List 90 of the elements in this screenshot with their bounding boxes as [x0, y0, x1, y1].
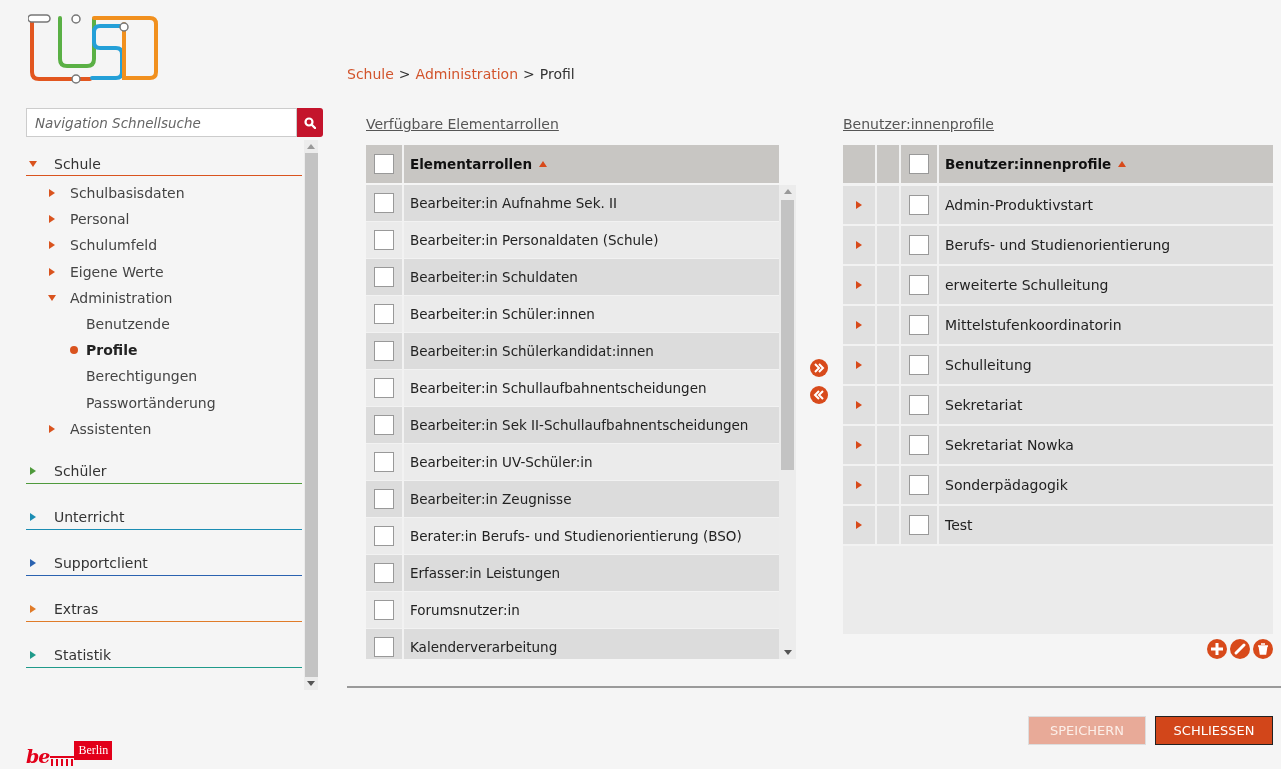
nav-item[interactable]: Eigene Werte [70, 263, 164, 280]
table-cell-text: Kalenderverarbeitung [409, 638, 559, 657]
checkbox[interactable] [909, 435, 929, 455]
checkbox[interactable] [374, 304, 394, 324]
scrollbar-thumb[interactable] [781, 200, 794, 470]
close-button[interactable]: SCHLIESSEN [1155, 716, 1273, 745]
checkbox[interactable] [374, 154, 394, 174]
table-cell-text: erweiterte Schulleitung [944, 276, 1110, 295]
table-cell-text: Sonderpädagogik [944, 476, 1069, 495]
checkbox[interactable] [909, 235, 929, 255]
panel-title[interactable]: Benutzer:innenprofile [843, 116, 994, 136]
nav-section[interactable]: Statistik [26, 643, 302, 668]
checkbox[interactable] [909, 395, 929, 415]
nav-item[interactable]: Personal [70, 211, 130, 228]
nav-item[interactable]: Schulumfeld [70, 237, 158, 254]
table-cell-text: Berufs- und Studienorientierung [944, 236, 1172, 255]
checkbox[interactable] [374, 378, 394, 398]
scroll-up-icon [783, 189, 792, 194]
breadcrumb-separator: > [523, 66, 535, 84]
scrollbar[interactable] [779, 185, 796, 659]
table-cell-text: Forumsnutzer:in [409, 601, 521, 620]
checkbox[interactable] [374, 526, 394, 546]
checkbox[interactable] [374, 267, 394, 287]
nav-section[interactable]: Supportclient [26, 551, 302, 576]
search-field[interactable]: Navigation Schnellsuche [26, 108, 297, 137]
panel-title[interactable]: Verfügbare Elementarrollen [366, 116, 559, 136]
delete-button[interactable] [1253, 639, 1273, 659]
table-cell-text: Sekretariat [944, 396, 1024, 415]
scroll-down-icon [307, 681, 315, 686]
table-cell-text: Bearbeiter:in Schuldaten [409, 268, 579, 287]
nav-item[interactable]: Profile [86, 342, 138, 359]
table-cell-text: Schulleitung [944, 356, 1033, 375]
table-cell-text: Bearbeiter:in Aufnahme Sek. II [409, 194, 618, 213]
nav-item[interactable]: Schulbasisdaten [70, 185, 185, 202]
breadcrumb-link[interactable]: Administration [415, 66, 519, 84]
search-icon [304, 116, 316, 129]
nav-item[interactable]: Administration [70, 289, 173, 306]
table-cell-text: Berater:in Berufs- und Studienorientierung (BSO) [409, 527, 743, 546]
gate-icon [50, 754, 75, 766]
logo-label: Berlin [74, 741, 113, 760]
breadcrumb-separator: > [398, 66, 411, 84]
checkbox[interactable] [909, 515, 929, 535]
nav-item[interactable]: Benutzende [86, 316, 170, 333]
selected-dot-icon [70, 346, 78, 355]
nav-item[interactable]: Berechtigungen [86, 368, 198, 385]
checkbox[interactable] [909, 154, 929, 174]
checkbox[interactable] [909, 195, 929, 215]
add-button[interactable] [1207, 639, 1227, 659]
checkbox[interactable] [909, 315, 929, 335]
table-cell-text: Bearbeiter:in UV-Schüler:in [409, 453, 594, 472]
checkbox[interactable] [374, 563, 394, 583]
checkbox[interactable] [909, 355, 929, 375]
checkbox[interactable] [909, 475, 929, 495]
checkbox[interactable] [374, 341, 394, 361]
checkbox[interactable] [909, 275, 929, 295]
nav-item[interactable]: Passwortänderung [86, 394, 216, 411]
nav-item[interactable]: Assistenten [70, 420, 152, 437]
table-cell-text: Sekretariat Nowka [944, 436, 1075, 455]
checkbox[interactable] [374, 600, 394, 620]
scroll-up-icon [307, 144, 315, 149]
table-cell-text: Bearbeiter:in Schüler:innen [409, 305, 596, 324]
nav-section[interactable]: Extras [26, 597, 302, 622]
breadcrumb-current: Profil [539, 66, 575, 84]
sort-icon [539, 161, 547, 167]
checkbox[interactable] [374, 193, 394, 213]
table-cell-text: Test [944, 516, 974, 535]
table-cell-text: Bearbeiter:in Sek II-Schullaufbahnentscheidungen [409, 416, 750, 435]
checkbox[interactable] [374, 230, 394, 250]
table-cell-text: Bearbeiter:in Zeugnisse [409, 490, 573, 509]
checkbox[interactable] [374, 637, 394, 657]
table-cell-text: Bearbeiter:in Personaldaten (Schule) [409, 231, 660, 250]
table-cell-text: Admin-Produktivstart [944, 196, 1095, 215]
logo-text: be [26, 746, 50, 766]
breadcrumb-link[interactable]: Schule [347, 66, 394, 84]
nav-section[interactable]: Schüler [26, 459, 302, 484]
checkbox[interactable] [374, 489, 394, 509]
sort-icon [1118, 161, 1127, 167]
table-cell-text: Bearbeiter:in Schülerkandidat:innen [409, 342, 655, 361]
move-right-button[interactable] [809, 359, 828, 377]
scroll-down-icon [783, 650, 792, 655]
table-cell-text: Erfasser:in Leistungen [409, 564, 562, 583]
nav-section[interactable]: Unterricht [26, 505, 302, 530]
move-left-button[interactable] [809, 386, 828, 404]
table-cell-text: Mittelstufenkoordinatorin [944, 316, 1123, 335]
nav-section[interactable]: Schule [26, 152, 302, 176]
checkbox[interactable] [374, 415, 394, 435]
table-cell-text: Bearbeiter:in Schullaufbahnentscheidungen [409, 379, 708, 398]
search-button[interactable] [297, 108, 323, 137]
checkbox[interactable] [374, 452, 394, 472]
edit-button[interactable] [1230, 639, 1250, 659]
